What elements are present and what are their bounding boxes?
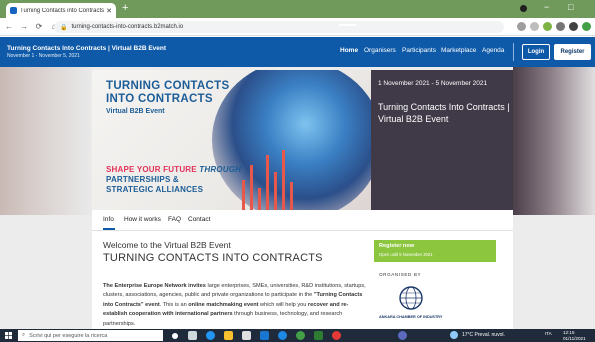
app-icon[interactable] — [332, 331, 341, 340]
nav-participants[interactable]: Participants — [402, 47, 436, 54]
url-text: turning-contacts-into-contracts.b2match.… — [71, 24, 184, 30]
tab-faq[interactable]: FAQ — [168, 216, 181, 223]
back-icon[interactable]: ← — [3, 22, 15, 31]
organiser-name: ANKARA CHAMBER OF INDUSTRY — [379, 315, 443, 319]
extension-icon[interactable] — [543, 22, 552, 31]
url-field[interactable]: 🔒 turning-contacts-into-contracts.b2matc… — [54, 21, 504, 33]
active-nav-indicator — [339, 24, 356, 26]
lock-icon: 🔒 — [60, 24, 68, 31]
chrome-icon[interactable] — [296, 331, 305, 340]
banner-title-line2: INTO CONTRACTS — [106, 93, 213, 105]
site-dates: November 1 - November 5, 2021 — [7, 53, 80, 59]
forward-icon[interactable]: → — [18, 22, 30, 31]
intro-text-3: which will help you — [258, 301, 308, 308]
nav-marketplace[interactable]: Marketplace — [441, 47, 476, 54]
cortana-icon[interactable] — [172, 333, 178, 339]
weather-text[interactable]: 17°C Preval. nuvol. — [462, 332, 505, 338]
site-header: Turning Contacts Into Contracts | Virtua… — [0, 37, 595, 67]
register-button[interactable]: Register — [554, 44, 591, 60]
new-tab-button[interactable]: + — [122, 2, 128, 14]
hero-banner: TURNING CONTACTS INTO CONTRACTS Virtual … — [92, 70, 371, 210]
banner-bar-graphic — [290, 182, 293, 210]
minimize-button[interactable]: − — [544, 2, 549, 12]
account-icon[interactable] — [520, 5, 527, 12]
welcome-heading: Welcome to the Virtual B2B Event — [103, 240, 231, 250]
banner-tagline-2: PARTNERSHIPS & — [106, 175, 179, 184]
hero-blur-right — [513, 67, 595, 215]
intro-paragraph: The Enterprise Europe Network invites la… — [103, 282, 371, 329]
address-bar-row: ← → ⟳ ⌂ 🔒 turning-contacts-into-contract… — [0, 18, 595, 36]
banner-bar-graphic — [250, 165, 253, 210]
banner-tagline-1b: THROUGH — [199, 165, 242, 174]
clock[interactable]: 12:15 01/11/2021 — [563, 330, 586, 342]
tab-contact[interactable]: Contact — [188, 216, 210, 223]
event-info-panel: 1 November 2021 - 5 November 2021 Turnin… — [371, 70, 513, 210]
hero-blur-left — [0, 67, 92, 215]
banner-tagline-1: SHAPE YOUR FUTURE THROUGH — [106, 165, 241, 174]
file-explorer-icon[interactable] — [224, 331, 233, 340]
ie-icon[interactable] — [278, 331, 287, 340]
banner-subtitle: Virtual B2B Event — [106, 108, 165, 115]
windows-taskbar: ⌕ Scrivi qui per eseguire la ricerca 17°… — [0, 329, 595, 342]
taskbar-search[interactable]: ⌕ Scrivi qui per eseguire la ricerca — [18, 330, 163, 341]
banner-bar-graphic — [266, 155, 269, 210]
intro-bold-3: online matchmaking event — [188, 301, 259, 308]
login-button[interactable]: Login — [522, 44, 550, 60]
favicon-icon — [10, 7, 17, 14]
register-now-button[interactable]: Register now Open until 5 November 2021 — [374, 240, 496, 262]
mail-icon[interactable] — [260, 331, 269, 340]
ankara-chamber-logo[interactable] — [396, 285, 426, 311]
browser-tab[interactable]: Turning Contacts into Contracts ✕ — [6, 3, 116, 18]
site-title[interactable]: Turning Contacts Into Contracts | Virtua… — [7, 45, 166, 52]
reload-icon[interactable]: ⟳ — [33, 22, 45, 31]
app-icon[interactable] — [398, 331, 407, 340]
register-now-label: Register now — [379, 243, 415, 249]
clock-date: 01/11/2021 — [563, 336, 586, 341]
banner-tagline-3: STRATEGIC ALLIANCES — [106, 185, 204, 194]
app-icon[interactable] — [314, 331, 323, 340]
event-heading: TURNING CONTACTS INTO CONTRACTS — [103, 252, 323, 264]
tab-info[interactable]: Info — [103, 216, 114, 223]
tabs-divider — [92, 230, 513, 231]
banner-bar-graphic — [282, 150, 285, 210]
nav-divider — [513, 43, 514, 61]
intro-bold-1: The Enterprise Europe Network invites — [103, 283, 206, 289]
windows-start-icon[interactable] — [5, 332, 12, 339]
nav-organisers[interactable]: Organisers — [364, 47, 396, 54]
taskbar-search-placeholder: Scrivi qui per eseguire la ricerca — [29, 332, 108, 339]
edge-icon[interactable] — [206, 331, 215, 340]
tab-how-it-works[interactable]: How it works — [124, 216, 161, 223]
translate-icon[interactable] — [517, 22, 526, 31]
banner-bar-graphic — [258, 188, 261, 210]
event-dates: 1 November 2021 - 5 November 2021 — [378, 80, 488, 87]
language-indicator[interactable]: ITA — [545, 331, 552, 336]
register-deadline: Open until 5 November 2021 — [379, 252, 433, 257]
nav-home[interactable]: Home — [340, 47, 358, 54]
puzzle-icon[interactable] — [569, 22, 578, 31]
content-card: Info How it works FAQ Contact Welcome to… — [92, 210, 513, 329]
banner-bar-graphic — [274, 172, 277, 210]
store-icon[interactable] — [242, 331, 251, 340]
browser-tab-strip: Turning Contacts into Contracts ✕ + − □ — [0, 0, 595, 18]
search-icon: ⌕ — [22, 332, 26, 338]
intro-text-2: . This is an — [159, 301, 189, 308]
banner-bar-graphic — [242, 180, 245, 210]
banner-title-line1: TURNING CONTACTS — [106, 80, 230, 92]
profile-avatar-icon[interactable] — [582, 22, 591, 31]
task-view-icon[interactable] — [188, 331, 197, 340]
banner-tagline-1a: SHAPE YOUR FUTURE — [106, 165, 200, 174]
extension-icon[interactable] — [556, 22, 565, 31]
event-name: Turning Contacts Into Contracts | Virtua… — [378, 102, 510, 124]
maximize-button[interactable]: □ — [568, 2, 573, 12]
organised-by-label: ORGANISED BY — [379, 272, 422, 277]
browser-tab-title: Turning Contacts into Contracts — [20, 7, 105, 14]
nav-agenda[interactable]: Agenda — [482, 47, 504, 54]
weather-icon[interactable] — [450, 331, 458, 339]
bookmark-star-icon[interactable] — [530, 22, 539, 31]
close-tab-icon[interactable]: ✕ — [106, 7, 112, 15]
